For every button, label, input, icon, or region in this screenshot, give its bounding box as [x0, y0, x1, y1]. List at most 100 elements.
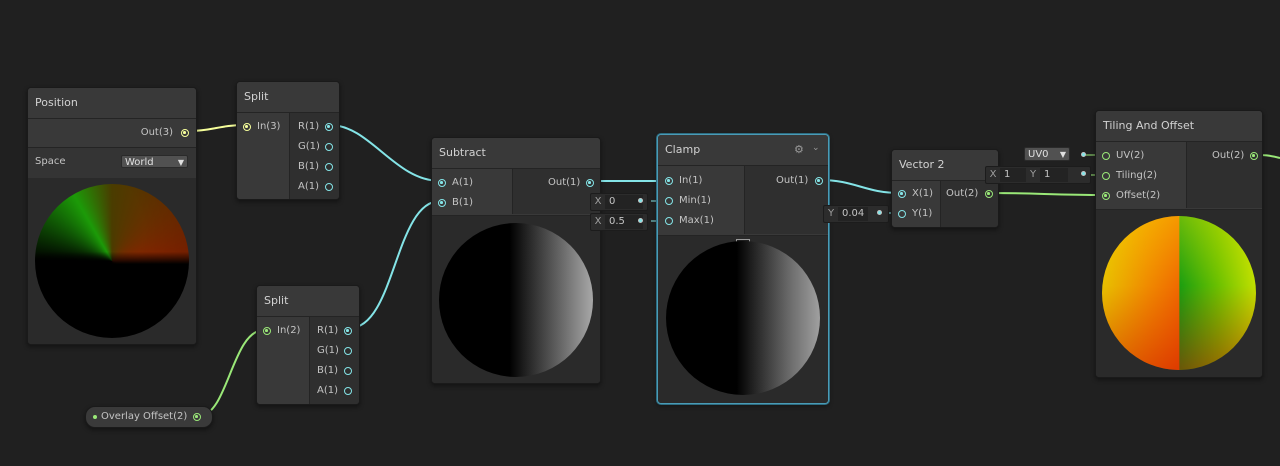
input-port-b[interactable] — [438, 199, 446, 207]
axis-label-y: Y — [1029, 169, 1037, 180]
output-port-out[interactable] — [586, 179, 594, 187]
tiling-x-value[interactable]: 1 — [1000, 168, 1026, 182]
input-port-tiling[interactable] — [1102, 172, 1110, 180]
vector2-node[interactable]: Vector 2 X(1) Y(1) Out(2) — [891, 149, 999, 228]
axis-label-x: X — [989, 169, 997, 180]
chevron-down-icon: ▼ — [177, 158, 184, 167]
axis-label: X — [594, 196, 602, 207]
tiling-and-offset-node[interactable]: Tiling And Offset UV(2) Tiling(2) Offset… — [1095, 110, 1263, 378]
wire-vector2-to-tiling — [989, 192, 1105, 196]
node-title: Tiling And Offset — [1096, 111, 1262, 142]
node-title: Vector 2 — [892, 150, 998, 181]
split-node-1[interactable]: Split In(3) R(1) G(1) B(1) A(1) — [236, 81, 340, 200]
tiling-connector-dot — [1081, 171, 1086, 176]
port-label-out: Out(1) — [776, 175, 809, 186]
clamp-max-field[interactable]: X 0.5 — [590, 213, 648, 231]
input-port-min[interactable] — [665, 197, 673, 205]
subtract-node[interactable]: Subtract A(1) B(1) Out(1) — [431, 137, 601, 384]
tiling-field[interactable]: X1Y1 — [985, 166, 1091, 184]
chevron-down-icon[interactable]: ⌄ — [812, 143, 820, 153]
input-port-y[interactable] — [898, 210, 906, 218]
port-label-x: X(1) — [912, 188, 934, 199]
port-label-a: A(1) — [317, 385, 339, 396]
wire-split-r-to-subtract-a — [329, 124, 441, 182]
uv-dropdown[interactable]: UV0 ▼ — [1024, 147, 1070, 161]
port-label-uv: UV(2) — [1116, 150, 1145, 161]
port-label-b: B(1) — [298, 161, 320, 172]
input-port-a[interactable] — [438, 179, 446, 187]
output-port-a[interactable] — [344, 387, 352, 395]
output-port-a[interactable] — [325, 183, 333, 191]
port-label-tiling: Tiling(2) — [1116, 170, 1157, 181]
port-label-in: In(2) — [277, 325, 301, 336]
y-value[interactable]: 0.04 — [838, 207, 868, 221]
node-title: Subtract — [432, 138, 600, 169]
port-label-r: R(1) — [317, 325, 339, 336]
output-port-out[interactable] — [1250, 152, 1258, 160]
tiling-y-value[interactable]: 1 — [1040, 168, 1068, 182]
node-title: Split — [237, 82, 339, 113]
max-connector-dot — [638, 218, 643, 223]
input-port-in[interactable] — [263, 327, 271, 335]
max-value[interactable]: 0.5 — [605, 215, 643, 229]
uv-connector-dot — [1081, 152, 1086, 157]
clamp-min-field[interactable]: X0 — [590, 193, 648, 211]
output-port-g[interactable] — [325, 143, 333, 151]
preview-sphere — [666, 241, 820, 395]
output-port-out[interactable] — [181, 129, 189, 137]
port-label-out: Out(1) — [548, 177, 581, 188]
preview-sphere — [439, 223, 593, 377]
input-port-in[interactable] — [243, 123, 251, 131]
output-port-overlay[interactable] — [193, 413, 201, 421]
vector2-y-field[interactable]: Y 0.04 — [823, 205, 889, 223]
port-label-b: B(1) — [317, 365, 339, 376]
split-node-2[interactable]: Split In(2) R(1) G(1) B(1) A(1) — [256, 285, 360, 405]
input-port-x[interactable] — [898, 190, 906, 198]
output-port-out[interactable] — [985, 190, 993, 198]
port-label-in: In(1) — [679, 175, 703, 186]
output-port-r[interactable] — [325, 123, 333, 131]
port-label-b: B(1) — [452, 197, 474, 208]
port-label-in: In(3) — [257, 121, 281, 132]
port-label-offset: Offset(2) — [1116, 190, 1161, 201]
port-label-r: R(1) — [298, 121, 320, 132]
node-title: Split — [257, 286, 359, 317]
position-node[interactable]: Position Out(3) Space World ▼ — [27, 87, 197, 345]
wire-overlay-to-split2 — [198, 329, 265, 417]
port-label-out: Out(2) — [1212, 150, 1245, 161]
port-label-out: Out(2) — [946, 188, 979, 199]
port-label-a: A(1) — [298, 181, 320, 192]
clamp-node[interactable]: Clamp ⚙ ⌄ In(1) Min(1) Max(1) Out(1) ▲ — [657, 134, 829, 404]
node-title: Position — [28, 88, 196, 119]
preview-sphere — [35, 184, 189, 338]
chevron-down-icon: ▼ — [1059, 150, 1066, 159]
property-dot-icon — [93, 415, 97, 419]
output-port-r[interactable] — [344, 327, 352, 335]
uv-channel-field[interactable]: UV0 ▼ — [1024, 146, 1090, 162]
wire-split2-r-to-subtract-b — [349, 200, 441, 329]
gear-icon[interactable]: ⚙ — [794, 143, 804, 156]
input-port-offset[interactable] — [1102, 192, 1110, 200]
input-port-max[interactable] — [665, 217, 673, 225]
port-label-a: A(1) — [452, 177, 474, 188]
axis-label: X — [594, 216, 602, 227]
port-label-g: G(1) — [317, 345, 339, 356]
output-port-out[interactable] — [815, 177, 823, 185]
axis-label: Y — [827, 208, 835, 219]
port-label-g: G(1) — [298, 141, 320, 152]
preview-sphere-shading — [1102, 216, 1256, 370]
property-label: Overlay Offset(2) — [101, 411, 188, 422]
space-dropdown-value: World — [125, 157, 154, 168]
space-dropdown[interactable]: World ▼ — [121, 155, 188, 168]
space-label: Space — [35, 156, 66, 167]
min-value[interactable]: 0 — [605, 195, 643, 209]
output-port-b[interactable] — [325, 163, 333, 171]
y-connector-dot — [877, 210, 882, 215]
output-port-b[interactable] — [344, 367, 352, 375]
port-label-max: Max(1) — [679, 215, 714, 226]
output-port-g[interactable] — [344, 347, 352, 355]
input-port-uv[interactable] — [1102, 152, 1110, 160]
overlay-offset-property-node[interactable]: Overlay Offset(2) — [85, 406, 213, 428]
input-port-in[interactable] — [665, 177, 673, 185]
min-connector-dot — [638, 198, 643, 203]
